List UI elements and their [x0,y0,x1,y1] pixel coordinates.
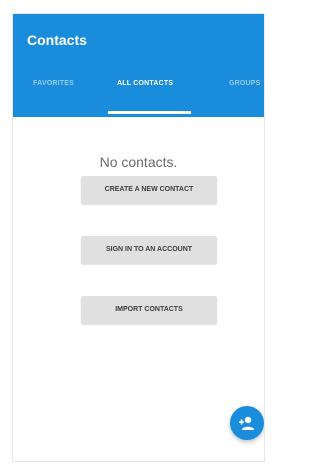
tab-bar: FAVORITES ALL CONTACTS GROUPS [13,68,264,114]
add-contact-icon [239,416,255,430]
active-tab-indicator [108,111,191,114]
tab-all-contacts[interactable]: ALL CONTACTS [117,80,173,87]
app-title: Contacts [27,32,87,48]
sign-in-account-button[interactable]: SIGN IN TO AN ACCOUNT [81,236,217,264]
create-contact-button[interactable]: CREATE A NEW CONTACT [81,176,217,204]
contacts-screen: Contacts FAVORITES ALL CONTACTS GROUPS N… [13,14,264,461]
tab-favorites[interactable]: FAVORITES [33,80,74,87]
app-bar: Contacts FAVORITES ALL CONTACTS GROUPS [13,14,264,117]
empty-state-message: No contacts. [99,154,178,170]
import-contacts-button[interactable]: IMPORT CONTACTS [81,296,217,324]
add-contact-fab[interactable] [230,406,264,440]
tab-groups[interactable]: GROUPS [229,80,261,87]
